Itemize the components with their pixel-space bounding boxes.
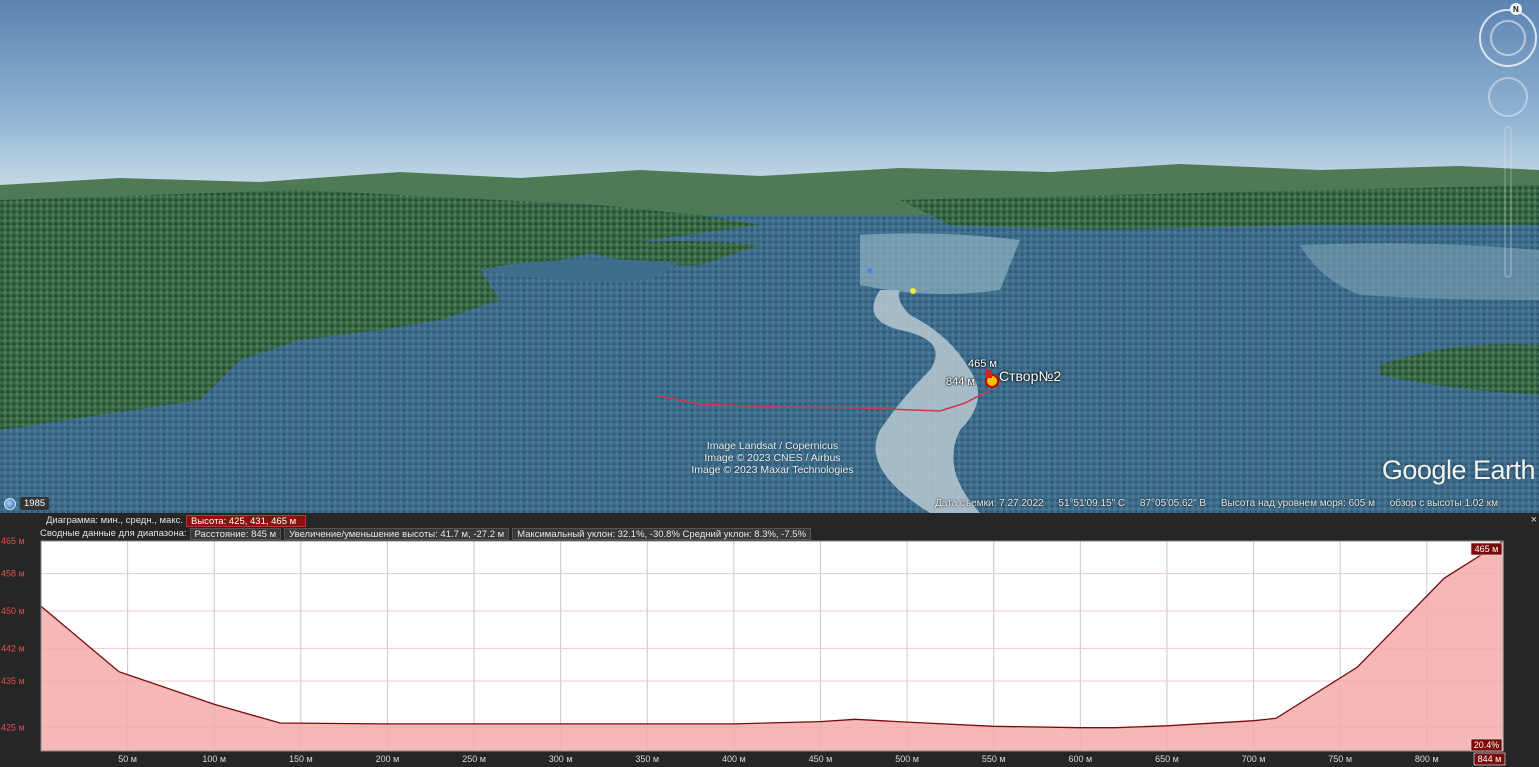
imagery-year: 1985 [20,497,50,510]
attribution-line: Image © 2023 Maxar Technologies [691,464,854,476]
slope-tag: 20.4% [1474,740,1500,750]
x-tick-label: 750 м [1328,754,1352,764]
navigation-controls[interactable]: N [1476,2,1538,292]
placemark-title[interactable]: Створ№2 [999,368,1061,384]
range-summary-row: Сводные данные для диапазона: Расстояние… [40,527,812,540]
marker-distance-label: 844 м [946,376,975,388]
range-distance: Расстояние: 845 м [189,527,282,540]
elevation-readout: Высота над уровнем моря: 605 м [1220,498,1375,509]
x-tick-label: 400 м [722,754,746,764]
pin-label-small: ⋯⋯⋯ [863,279,881,285]
max-height-tag: 465 м [1475,544,1499,554]
elevation-profile-chart[interactable]: 50 м 100 м 150 м 200 м 250 м 300 м 350 м 400 м 4… [0,513,1539,767]
x-tick-label: 700 м [1242,754,1266,764]
y-tick-label: 425 м [1,723,25,733]
eye-altitude-readout: обзор с высоты 1.02 км [1389,498,1498,509]
x-tick-label: 100 м [202,754,226,764]
attribution-line: Image © 2023 CNES / Airbus [704,452,841,464]
compass-ring[interactable]: N [1479,3,1537,67]
chart-summary-row: Диаграмма: мин., средн., макс. Высота: 4… [46,514,306,527]
attribution-line: Image Landsat / Copernicus [706,440,839,452]
y-tick-label: 450 м [1,606,25,616]
x-tick-label: 200 м [376,754,400,764]
x-tick-label: 650 м [1155,754,1179,764]
imagery-attribution: Image Landsat / Copernicus Image © 2023 … [640,440,905,476]
map-viewport[interactable]: ⋯⋯⋯ ⋯⋯ 465 м 844 м Створ№2 Image Landsat… [0,0,1539,513]
look-joystick[interactable] [1488,77,1528,117]
latitude-readout: 51°51'09.15" С [1058,498,1126,509]
pin-label-small-2: ⋯⋯ [918,287,930,293]
status-bar: Дата съемки: 7.27.2022 51°51'09.15" С 87… [935,498,1510,509]
x-tick-label: 450 м [809,754,833,764]
range-slope: Максимальный уклон: 32.1%, -30.8% Средни… [512,527,812,540]
compass-north-letter: N [1513,5,1519,14]
x-tick-label: 800 м [1415,754,1439,764]
y-tick-label: 442 м [1,643,25,653]
chart-type-label: Диаграмма: мин., средн., макс. [46,515,183,526]
x-tick-label: 300 м [549,754,573,764]
range-elevation-gain: Увеличение/уменьшение высоты: 41.7 м, -2… [284,527,510,540]
height-summary: Высота: 425, 431, 465 м [185,514,306,527]
x-tick-label: 50 м [118,754,137,764]
zoom-slider[interactable] [1504,126,1512,278]
x-tick-label: 550 м [982,754,1006,764]
google-earth-logo: Google Earth [1381,455,1536,485]
longitude-readout: 87°05'05.62" В [1139,498,1207,509]
x-tick-label: 350 м [635,754,659,764]
x-end-tag: 844 м [1478,754,1502,764]
x-tick-label: 500 м [895,754,919,764]
range-label: Сводные данные для диапазона: [40,528,187,539]
globe-icon [4,497,16,510]
imagery-date: Дата съемки: 7.27.2022 [935,498,1044,509]
x-tick-label: 250 м [462,754,486,764]
y-tick-label: 435 м [1,676,25,686]
terrain-scene [0,0,1539,513]
historical-imagery-badge[interactable]: 1985 [4,497,50,510]
marker-height-label: 465 м [968,358,997,370]
y-tick-label: 465 м [1,536,25,546]
x-tick-label: 150 м [289,754,313,764]
close-profile-button[interactable]: × [1531,514,1537,526]
elevation-profile-panel: 50 м 100 м 150 м 200 м 250 м 300 м 350 м 400 м 4… [0,513,1539,767]
y-tick-label: 458 м [1,569,25,579]
x-tick-label: 600 м [1068,754,1092,764]
